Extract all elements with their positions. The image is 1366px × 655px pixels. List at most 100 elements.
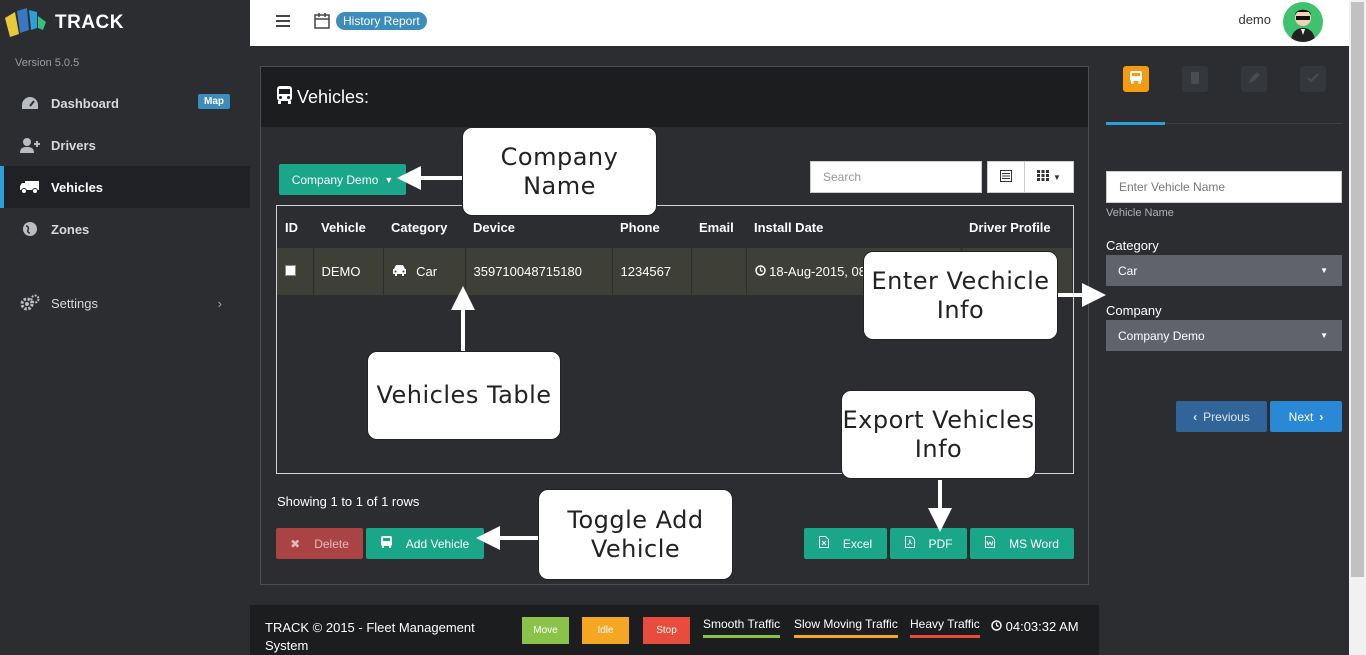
category-label: Category bbox=[1106, 238, 1159, 253]
brand-name: TRACK bbox=[55, 12, 124, 33]
smooth-traffic-legend: Smooth Traffic bbox=[703, 617, 781, 638]
caret-down-icon: ▼ bbox=[1053, 172, 1061, 182]
category-value: Car bbox=[416, 264, 438, 279]
grid-icon bbox=[1037, 170, 1050, 184]
map-badge[interactable]: Map bbox=[198, 94, 230, 109]
row-checkbox[interactable] bbox=[285, 265, 296, 276]
clock-icon bbox=[991, 619, 1006, 634]
add-user-icon bbox=[20, 137, 40, 153]
previous-button[interactable]: ‹ Previous bbox=[1176, 401, 1267, 432]
scrollbar-thumb[interactable] bbox=[1351, 2, 1364, 577]
legend-move-chip: Move bbox=[522, 617, 569, 644]
wizard-step-device-tab[interactable] bbox=[1182, 66, 1208, 92]
sidebar-item-label: Drivers bbox=[51, 137, 96, 153]
callout-company-name: Company Name bbox=[462, 127, 657, 216]
user-name[interactable]: demo bbox=[1238, 12, 1271, 27]
list-view-button[interactable] bbox=[987, 161, 1025, 193]
pagination-info: Showing 1 to 1 of 1 rows bbox=[277, 494, 420, 509]
delete-label: Delete bbox=[314, 536, 349, 551]
chevron-right-icon: › bbox=[1319, 409, 1324, 424]
legend-stop-chip: Stop bbox=[643, 617, 690, 644]
vehicle-cell: DEMO bbox=[313, 248, 384, 295]
track-logo-icon bbox=[5, 8, 47, 38]
sidebar-item-label: Vehicles bbox=[51, 179, 104, 195]
copyright-text: TRACK © 2015 - Fleet Management System bbox=[265, 620, 475, 653]
sidebar-item-label: Zones bbox=[51, 221, 90, 237]
check-icon bbox=[1307, 72, 1319, 87]
wizard-step-finish-tab[interactable] bbox=[1300, 66, 1326, 92]
column-header[interactable]: Category bbox=[383, 206, 465, 248]
gears-icon bbox=[20, 294, 40, 311]
panel-header: Vehicles: bbox=[261, 67, 1088, 127]
wizard-step-vehicle-tab[interactable] bbox=[1123, 66, 1149, 92]
install-date-value: 18-Aug-2015, 08 bbox=[769, 264, 866, 279]
column-header[interactable]: Email bbox=[691, 206, 746, 248]
clock-display: 04:03:32 AM bbox=[991, 619, 1079, 634]
previous-label: Previous bbox=[1203, 409, 1250, 424]
bus-icon bbox=[380, 536, 392, 551]
company-label: Company bbox=[1106, 303, 1162, 318]
sidebar-item-settings[interactable]: Settings › bbox=[0, 282, 250, 324]
page-title: Vehicles: bbox=[297, 86, 370, 107]
export-pdf-button[interactable]: PDF bbox=[890, 528, 967, 559]
slow-traffic-legend: Slow Moving Traffic bbox=[794, 617, 898, 638]
delete-button[interactable]: ✖ Delete bbox=[276, 528, 363, 559]
export-excel-button[interactable]: Excel bbox=[804, 528, 887, 559]
globe-icon bbox=[20, 221, 40, 237]
avatar[interactable] bbox=[1283, 2, 1323, 42]
table-header-row: ID Vehicle Category Device Phone Email I… bbox=[277, 206, 1073, 248]
caret-down-icon: ▼ bbox=[1320, 266, 1328, 275]
calendar-icon[interactable] bbox=[314, 13, 330, 32]
bus-icon bbox=[1130, 71, 1142, 87]
company-dropdown-button[interactable]: Company Demo ▼ bbox=[279, 164, 406, 195]
add-vehicle-button[interactable]: Add Vehicle bbox=[366, 528, 484, 559]
heavy-traffic-legend: Heavy Traffic bbox=[910, 617, 980, 638]
columns-toggle-button[interactable]: ▼ bbox=[1024, 161, 1074, 193]
sidebar-item-vehicles[interactable]: Vehicles bbox=[0, 166, 250, 208]
hamburger-menu-icon[interactable] bbox=[276, 15, 290, 27]
version-label: Version 5.0.5 bbox=[15, 57, 80, 69]
category-select[interactable]: Car ▼ bbox=[1106, 255, 1342, 286]
callout-toggle-add-vehicle: Toggle Add Vehicle bbox=[538, 489, 733, 580]
list-icon bbox=[1000, 169, 1012, 185]
next-button[interactable]: Next › bbox=[1270, 401, 1342, 432]
column-header[interactable]: Driver Profile bbox=[961, 206, 1073, 248]
caret-down-icon: ▼ bbox=[384, 174, 394, 185]
callout-vehicles-table: Vehicles Table bbox=[367, 351, 561, 440]
chevron-left-icon: ‹ bbox=[1193, 409, 1198, 424]
export-word-button[interactable]: MS Word bbox=[970, 528, 1074, 559]
car-icon bbox=[392, 264, 411, 279]
excel-label: Excel bbox=[842, 536, 873, 551]
history-report-badge[interactable]: History Report bbox=[336, 12, 427, 30]
column-header[interactable]: Install Date bbox=[746, 206, 961, 248]
truck-icon bbox=[20, 179, 40, 195]
wizard-step-edit-tab[interactable] bbox=[1241, 66, 1267, 92]
vehicle-name-input[interactable]: Enter Vehicle Name bbox=[1106, 171, 1342, 203]
phone-cell: 1234567 bbox=[612, 248, 692, 295]
sidebar-item-dashboard[interactable]: Dashboard Map bbox=[0, 82, 250, 124]
sidebar-item-label: Settings bbox=[51, 295, 98, 311]
company-select[interactable]: Company Demo ▼ bbox=[1106, 320, 1342, 351]
clock-time: 04:03:32 AM bbox=[1005, 619, 1079, 634]
wizard-active-indicator bbox=[1106, 122, 1165, 125]
sidebar-item-label: Dashboard bbox=[51, 95, 119, 111]
add-vehicle-label: Add Vehicle bbox=[405, 536, 470, 551]
column-header[interactable]: ID bbox=[277, 206, 313, 248]
page-scrollbar[interactable] bbox=[1349, 0, 1366, 655]
company-button-label: Company Demo bbox=[291, 172, 379, 187]
column-header[interactable]: Vehicle bbox=[313, 206, 383, 248]
sidebar-item-zones[interactable]: Zones bbox=[0, 208, 250, 250]
pdf-file-icon bbox=[904, 536, 915, 551]
row-select-cell bbox=[277, 248, 314, 295]
brand[interactable]: TRACK bbox=[5, 8, 124, 38]
sidebar-nav: Dashboard Map Drivers Vehicles Zones Set… bbox=[0, 82, 250, 324]
topbar: History Report demo bbox=[250, 0, 1349, 46]
edit-icon bbox=[1248, 71, 1260, 87]
pdf-label: PDF bbox=[928, 536, 953, 551]
nav-separator bbox=[0, 250, 250, 282]
email-cell bbox=[691, 248, 747, 295]
sidebar-item-drivers[interactable]: Drivers bbox=[0, 124, 250, 166]
search-input[interactable]: Search bbox=[810, 161, 982, 193]
category-selected-value: Car bbox=[1118, 263, 1138, 278]
footer: TRACK © 2015 - Fleet Management System M… bbox=[250, 605, 1099, 655]
